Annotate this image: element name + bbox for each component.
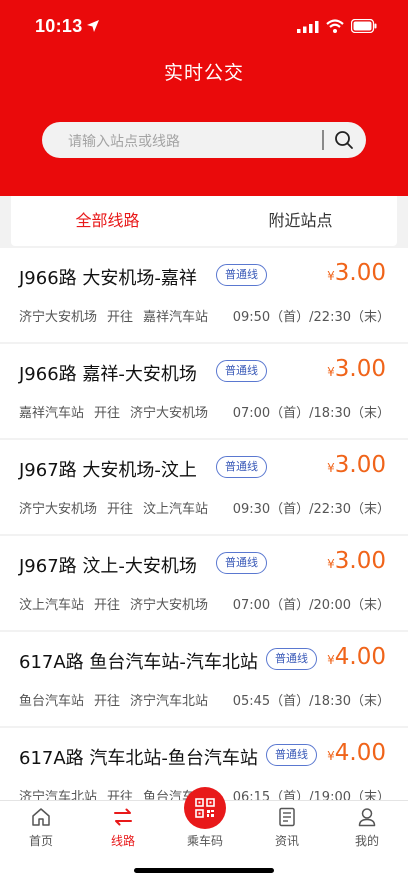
tabbar-routes[interactable]: 线路 [82,801,164,857]
route-type-badge: 普通线 [216,264,267,286]
page-title: 实时公交 [163,62,244,84]
route-destination: 济宁大安机场 [130,406,209,421]
route-service-hours: 06:15（首）/19:00（末） [232,790,390,800]
home-indicator [134,868,274,873]
tab-nearby-stops[interactable]: 附近站点 [204,196,397,246]
price-value: 3.00 [334,356,386,382]
route-type-badge: 普通线 [216,456,267,478]
route-service-hours: 09:50（首）/22:30（末） [232,310,390,325]
home-icon [32,808,50,826]
route-name: J967路 大安机场-汶上 [19,460,197,481]
tabbar-ride-code-label: 乘车码 [186,834,223,848]
route-name: 617A路 鱼台汽车站-汽车北站 [19,652,258,673]
tabbar-home[interactable]: 首页 [0,801,82,857]
route-card[interactable]: J967路 大安机场-汶上 普通线 ¥3.00 济宁大安机场 开往 汶上汽车站 09:30（… [0,440,408,534]
tabbar-routes-label: 线路 [110,834,135,848]
price-value: 3.00 [334,260,386,286]
route-name: J966路 嘉祥-大安机场 [19,364,197,385]
header: 10:13 实时公交 请输入站点或线路 [0,0,408,196]
route-price: ¥3.00 [327,452,386,478]
wifi-icon [326,19,344,33]
price-value: 3.00 [334,452,386,478]
route-price: ¥3.00 [327,548,386,574]
qr-code-icon [195,798,215,818]
status-bar: 10:13 [0,0,408,50]
route-origin: 济宁大安机场 [19,310,98,325]
qr-bubble [184,787,226,829]
price-currency: ¥ [327,653,335,667]
route-price: ¥4.00 [327,740,386,766]
price-currency: ¥ [327,749,335,763]
price-currency: ¥ [327,557,335,571]
route-destination: 济宁大安机场 [130,598,209,613]
route-direction: 开往 [107,310,134,325]
route-direction: 开往 [94,406,121,421]
battery-icon [351,19,377,33]
profile-icon [358,808,376,827]
route-card[interactable]: J966路 嘉祥-大安机场 普通线 ¥3.00 嘉祥汽车站 开往 济宁大安机场 07:00（… [0,344,408,438]
tabbar-profile-label: 我的 [354,834,379,848]
route-name: J966路 大安机场-嘉祥 [19,268,197,289]
tabbar-news-label: 资讯 [274,834,299,848]
route-stops: 汶上汽车站 开往 济宁大安机场 [19,594,218,613]
tab-all-routes[interactable]: 全部线路 [11,196,204,246]
route-type-badge: 普通线 [266,648,317,670]
route-origin: 嘉祥汽车站 [19,406,85,421]
route-price: ¥4.00 [327,644,386,670]
news-icon [279,807,295,827]
route-destination: 嘉祥汽车站 [143,310,209,325]
route-origin: 济宁大安机场 [19,502,98,517]
price-value: 3.00 [334,548,386,574]
search-input[interactable]: 请输入站点或线路 [68,131,180,151]
route-swap-icon [114,808,132,826]
price-currency: ¥ [327,269,335,283]
route-direction: 开往 [94,694,121,709]
route-service-hours: 09:30（首）/22:30（末） [232,502,390,517]
price-currency: ¥ [327,365,335,379]
route-origin: 汶上汽车站 [19,598,85,613]
route-direction: 开往 [107,502,134,517]
tabbar-home-label: 首页 [28,834,53,848]
route-list: J966路 大安机场-嘉祥 普通线 ¥3.00 济宁大安机场 开往 嘉祥汽车站 09:50（… [0,248,408,800]
location-arrow-icon [87,20,99,32]
route-type-badge: 普通线 [266,744,317,766]
status-time: 10:13 [35,16,83,36]
route-stops: 济宁大安机场 开往 嘉祥汽车站 [19,306,218,325]
route-origin: 济宁汽车北站 [19,790,98,800]
route-stops: 济宁大安机场 开往 汶上汽车站 [19,498,218,517]
route-card[interactable]: J967路 汶上-大安机场 普通线 ¥3.00 汶上汽车站 开往 济宁大安机场 07:00（… [0,536,408,630]
route-name: J967路 汶上-大安机场 [19,556,197,577]
route-service-hours: 05:45（首）/18:30（末） [232,694,390,709]
route-stops: 鱼台汽车站 开往 济宁汽车北站 [19,690,218,709]
route-direction: 开往 [107,790,134,800]
route-tabs: 全部线路 附近站点 [11,196,397,246]
route-destination: 济宁汽车北站 [130,694,209,709]
signal-icon [297,21,319,33]
route-card[interactable]: 617A路 鱼台汽车站-汽车北站 普通线 ¥4.00 鱼台汽车站 开往 济宁汽车北站 05:… [0,632,408,726]
route-type-badge: 普通线 [216,552,267,574]
route-name: 617A路 汽车北站-鱼台汽车站 [19,748,258,769]
route-destination: 汶上汽车站 [143,502,209,517]
price-currency: ¥ [327,461,335,475]
route-direction: 开往 [94,598,121,613]
search-bar[interactable]: 请输入站点或线路 [42,122,366,158]
route-card[interactable]: J966路 大安机场-嘉祥 普通线 ¥3.00 济宁大安机场 开往 嘉祥汽车站 09:50（… [0,248,408,342]
route-service-hours: 07:00（首）/18:30（末） [232,406,390,421]
tabbar-profile[interactable]: 我的 [326,801,408,857]
route-price: ¥3.00 [327,260,386,286]
search-divider [322,130,324,150]
route-price: ¥3.00 [327,356,386,382]
route-stops: 嘉祥汽车站 开往 济宁大安机场 [19,402,218,421]
route-origin: 鱼台汽车站 [19,694,85,709]
route-type-badge: 普通线 [216,360,267,382]
tabbar-ride-code[interactable]: 乘车码 [164,787,246,857]
price-value: 4.00 [334,740,386,766]
route-service-hours: 07:00（首）/20:00（末） [232,598,390,613]
price-value: 4.00 [334,644,386,670]
search-icon[interactable] [334,130,354,150]
tabbar-news[interactable]: 资讯 [246,801,328,857]
